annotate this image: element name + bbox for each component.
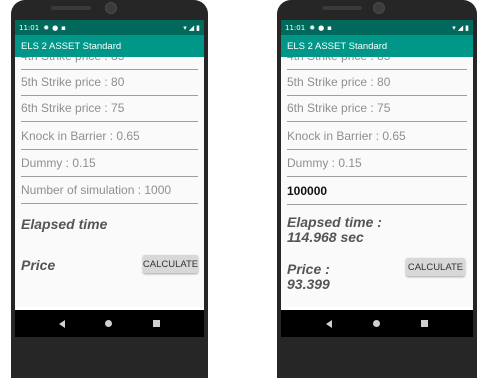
recents-icon[interactable] (152, 320, 160, 327)
notification-icon: ● (318, 23, 325, 32)
strike-6-field[interactable]: 6th Strike price : 75 (287, 101, 467, 122)
strike-5-field[interactable]: 5th Strike price : 80 (287, 75, 467, 96)
screen: 11:01 ✹ ● ▪ ▾ ◢ ▮ ELS 2 ASSET Standard 4… (15, 20, 204, 337)
back-icon[interactable] (59, 319, 66, 328)
status-bar: 11:01 ✹ ● ▪ ▾ ◢ ▮ (281, 20, 473, 35)
recents-icon[interactable] (421, 320, 429, 327)
calculate-button[interactable]: CALCULATE (143, 255, 198, 273)
camera (105, 2, 117, 14)
price-label: Price : (287, 261, 330, 277)
settings-icon: ✹ (309, 23, 316, 32)
form-content: 4th Strike price : 85 5th Strike price :… (281, 57, 473, 307)
elapsed-time-label: Elapsed time (21, 216, 108, 232)
strike-6-field[interactable]: 6th Strike price : 75 (21, 101, 198, 122)
battery-icon: ▮ (196, 23, 200, 32)
form-content: 4th Strike price : 85 5th Strike price :… (15, 57, 204, 307)
status-time: 11:01 (285, 23, 306, 32)
earpiece (322, 6, 362, 10)
settings-icon: ✹ (43, 23, 50, 32)
wifi-icon: ▾ (183, 23, 187, 32)
camera (373, 2, 385, 14)
elapsed-time-label: Elapsed time : (287, 214, 382, 230)
app-title: ELS 2 ASSET Standard (21, 40, 122, 52)
simulation-count-field[interactable]: 100000 (287, 184, 467, 205)
notification-icon: ● (52, 23, 59, 32)
app-bar: ELS 2 ASSET Standard (281, 35, 473, 57)
home-icon[interactable] (372, 320, 380, 327)
sim-icon: ▪ (61, 23, 66, 32)
home-icon[interactable] (105, 320, 113, 327)
strike-5-field[interactable]: 5th Strike price : 80 (21, 75, 198, 96)
calculate-button[interactable]: CALCULATE (406, 258, 465, 276)
phone-left: 11:01 ✹ ● ▪ ▾ ◢ ▮ ELS 2 ASSET Standard 4… (11, 0, 208, 378)
navigation-bar (15, 310, 204, 337)
dummy-field[interactable]: Dummy : 0.15 (21, 156, 198, 177)
status-bar: 11:01 ✹ ● ▪ ▾ ◢ ▮ (15, 20, 204, 35)
navigation-bar (281, 310, 473, 337)
simulation-count-field[interactable]: Number of simulation : 1000 (21, 183, 198, 204)
strike-4-field[interactable]: 4th Strike price : 85 (287, 57, 467, 70)
battery-icon: ▮ (465, 23, 469, 32)
phone-right: 11:01 ✹ ● ▪ ▾ ◢ ▮ ELS 2 ASSET Standard 4… (277, 0, 477, 378)
elapsed-time-value: 114.968 sec (287, 229, 364, 245)
app-bar: ELS 2 ASSET Standard (15, 35, 204, 57)
wifi-icon: ▾ (452, 23, 456, 32)
signal-icon: ◢ (188, 23, 195, 32)
knock-in-barrier-field[interactable]: Knock in Barrier : 0.65 (287, 129, 467, 150)
price-value: 93.399 (287, 276, 330, 292)
earpiece (51, 6, 91, 10)
dummy-field[interactable]: Dummy : 0.15 (287, 156, 467, 177)
status-time: 11:01 (19, 23, 40, 32)
strike-4-field[interactable]: 4th Strike price : 85 (21, 57, 198, 70)
sim-icon: ▪ (327, 23, 332, 32)
signal-icon: ◢ (457, 23, 464, 32)
app-title: ELS 2 ASSET Standard (287, 40, 388, 52)
knock-in-barrier-field[interactable]: Knock in Barrier : 0.65 (21, 129, 198, 150)
screen: 11:01 ✹ ● ▪ ▾ ◢ ▮ ELS 2 ASSET Standard 4… (281, 20, 473, 337)
price-label: Price (21, 257, 56, 273)
back-icon[interactable] (325, 319, 332, 328)
